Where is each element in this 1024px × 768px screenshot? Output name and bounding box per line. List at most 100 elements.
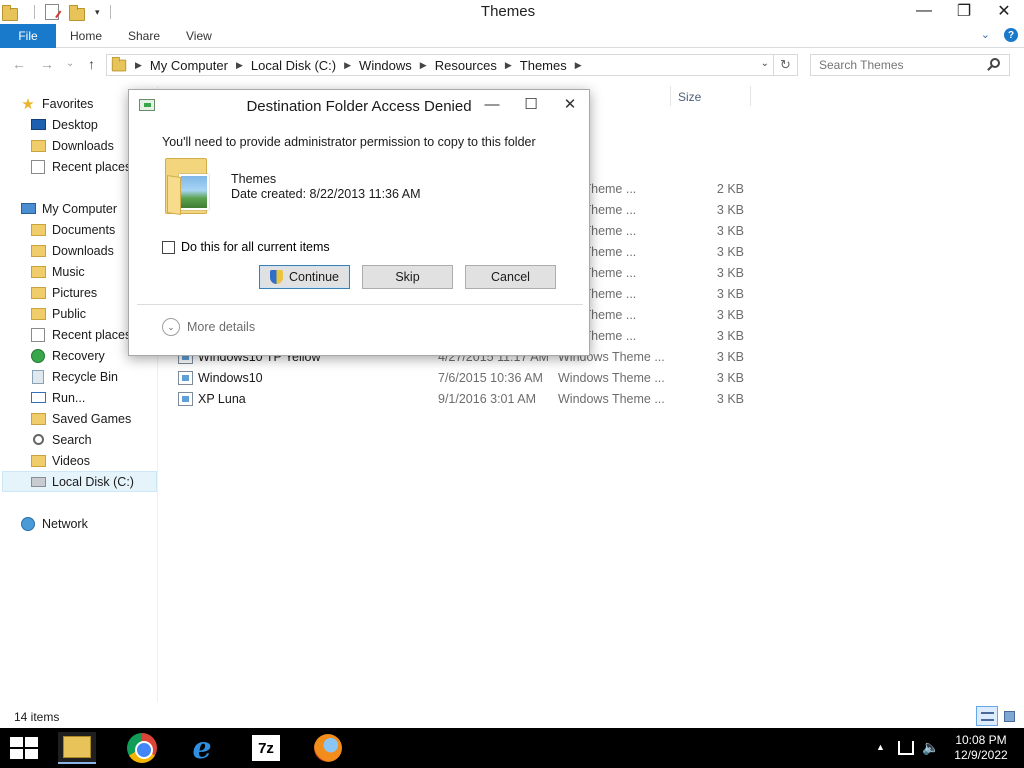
nav-label: Favorites xyxy=(42,96,94,111)
row-date: 7/6/2015 10:36 AM xyxy=(438,371,543,385)
system-clock[interactable]: 10:08 PM 12/9/2022 xyxy=(944,733,1018,763)
forward-button[interactable]: → xyxy=(40,56,54,72)
search-icon[interactable] xyxy=(990,58,1000,68)
breadcrumb-themes[interactable]: Themes xyxy=(520,58,567,73)
dialog-minimize-button[interactable]: — xyxy=(479,93,505,115)
nav-public[interactable]: Public xyxy=(30,303,86,324)
continue-button[interactable]: Continue xyxy=(259,265,350,289)
nav-label: Documents xyxy=(52,222,116,237)
column-divider[interactable] xyxy=(670,86,671,106)
nav-run[interactable]: Run... xyxy=(30,387,85,408)
refresh-button[interactable]: ↻ xyxy=(774,54,798,76)
recent-locations-button[interactable]: ⌄ xyxy=(66,58,74,69)
large-icons-view-button[interactable] xyxy=(998,706,1020,726)
more-details-toggle[interactable]: ⌄ More details xyxy=(162,318,255,336)
help-icon[interactable]: ? xyxy=(1004,28,1018,42)
nav-downloads-2[interactable]: Downloads xyxy=(30,240,114,261)
chevron-right-icon[interactable]: ▶ xyxy=(575,60,582,71)
search-input[interactable] xyxy=(810,54,1010,76)
7zip-taskbar-button[interactable]: 7z xyxy=(248,732,284,764)
nav-label: Local Disk (C:) xyxy=(52,474,134,489)
ribbon-right-controls: ⌄ ? xyxy=(981,28,1018,42)
nav-my-computer[interactable]: My Computer xyxy=(20,198,117,219)
nav-videos[interactable]: Videos xyxy=(30,450,90,471)
status-bar: 14 items xyxy=(0,706,1024,728)
nav-recent-places[interactable]: Recent places xyxy=(30,156,131,177)
theme-file-icon xyxy=(178,371,193,385)
table-row[interactable]: XP Luna 9/1/2016 3:01 AM Windows Theme .… xyxy=(170,389,770,410)
nav-recent-places-2[interactable]: Recent places xyxy=(30,324,131,345)
nav-music[interactable]: Music xyxy=(30,261,85,282)
nav-desktop[interactable]: Desktop xyxy=(30,114,98,135)
tab-view[interactable]: View xyxy=(186,29,212,43)
nav-downloads[interactable]: Downloads xyxy=(30,135,114,156)
breadcrumb-windows[interactable]: Windows xyxy=(359,58,412,73)
apply-to-all-checkbox[interactable] xyxy=(162,240,175,254)
firefox-icon xyxy=(314,734,342,762)
folder-icon xyxy=(30,286,46,299)
recycle-bin-icon xyxy=(32,369,44,384)
chevron-right-icon[interactable]: ▶ xyxy=(236,60,243,71)
nav-documents[interactable]: Documents xyxy=(30,219,115,240)
dialog-close-button[interactable]: ✕ xyxy=(557,93,583,115)
skip-button[interactable]: Skip xyxy=(362,265,453,289)
address-row: ← → ⌄ ↑ ▶ My Computer ▶ Local Disk (C:) … xyxy=(0,49,1024,81)
internet-explorer-taskbar-button[interactable]: e xyxy=(184,731,220,766)
nav-label: Network xyxy=(42,516,88,531)
back-button[interactable]: ← xyxy=(12,56,26,72)
table-row[interactable]: Windows10 7/6/2015 10:36 AM Windows Them… xyxy=(170,368,770,389)
title-bar: ▾ Themes — ❐ ✕ xyxy=(0,0,1024,24)
up-button[interactable]: ↑ xyxy=(88,56,95,72)
volume-icon[interactable]: 🔈 xyxy=(922,739,939,756)
downloads-folder-icon xyxy=(30,244,46,257)
address-dropdown-icon[interactable]: ⌄ xyxy=(761,58,769,69)
tab-home[interactable]: Home xyxy=(70,29,102,43)
nav-favorites[interactable]: ★ Favorites xyxy=(20,93,93,114)
restore-button[interactable]: ❐ xyxy=(944,0,984,22)
nav-search[interactable]: Search xyxy=(30,429,92,450)
chevron-right-icon[interactable]: ▶ xyxy=(344,60,351,71)
firefox-taskbar-button[interactable] xyxy=(310,732,346,764)
network-tray-icon[interactable] xyxy=(898,741,914,755)
breadcrumb-local-disk[interactable]: Local Disk (C:) xyxy=(251,58,336,73)
apply-to-all-option[interactable]: Do this for all current items xyxy=(162,240,330,254)
nav-recycle-bin[interactable]: Recycle Bin xyxy=(30,366,118,387)
row-size: 3 KB xyxy=(716,266,744,280)
breadcrumb-my-computer[interactable]: My Computer xyxy=(150,58,228,73)
close-button[interactable]: ✕ xyxy=(984,0,1024,22)
chrome-taskbar-button[interactable] xyxy=(124,732,160,764)
folder-icon xyxy=(30,223,46,236)
column-header-size[interactable]: Size xyxy=(678,90,701,104)
folder-icon xyxy=(30,454,46,467)
file-explorer-taskbar-button[interactable] xyxy=(58,732,96,764)
recovery-icon xyxy=(31,348,45,363)
item-date-created: Date created: 8/22/2013 11:36 AM xyxy=(231,187,421,201)
breadcrumb-resources[interactable]: Resources xyxy=(435,58,497,73)
start-button[interactable] xyxy=(10,737,38,759)
folder-icon xyxy=(30,265,46,278)
more-details-label[interactable]: More details xyxy=(187,320,255,334)
nav-network[interactable]: Network xyxy=(20,513,88,534)
chevron-down-icon[interactable]: ⌄ xyxy=(162,318,180,336)
nav-local-disk[interactable]: Local Disk (C:) xyxy=(2,471,157,492)
tab-file[interactable]: File xyxy=(0,24,56,48)
nav-label: Saved Games xyxy=(52,411,132,426)
cancel-button[interactable]: Cancel xyxy=(465,265,556,289)
row-size: 3 KB xyxy=(716,308,744,322)
chevron-right-icon[interactable]: ▶ xyxy=(135,60,142,71)
minimize-button[interactable]: — xyxy=(904,0,944,22)
nav-recovery[interactable]: Recovery xyxy=(30,345,105,366)
details-view-button[interactable] xyxy=(976,706,998,726)
nav-pictures[interactable]: Pictures xyxy=(30,282,97,303)
dialog-maximize-button[interactable]: ☐ xyxy=(518,93,544,115)
address-bar[interactable]: ▶ My Computer ▶ Local Disk (C:) ▶ Window… xyxy=(106,54,774,76)
tab-share[interactable]: Share xyxy=(128,29,160,43)
chevron-right-icon[interactable]: ▶ xyxy=(420,60,427,71)
apply-to-all-label[interactable]: Do this for all current items xyxy=(181,240,330,254)
column-divider[interactable] xyxy=(750,86,751,106)
show-hidden-icons-button[interactable]: ▲ xyxy=(876,742,885,752)
row-size: 3 KB xyxy=(716,392,744,406)
chevron-right-icon[interactable]: ▶ xyxy=(505,60,512,71)
nav-saved-games[interactable]: Saved Games xyxy=(30,408,131,429)
expand-ribbon-icon[interactable]: ⌄ xyxy=(981,28,990,42)
